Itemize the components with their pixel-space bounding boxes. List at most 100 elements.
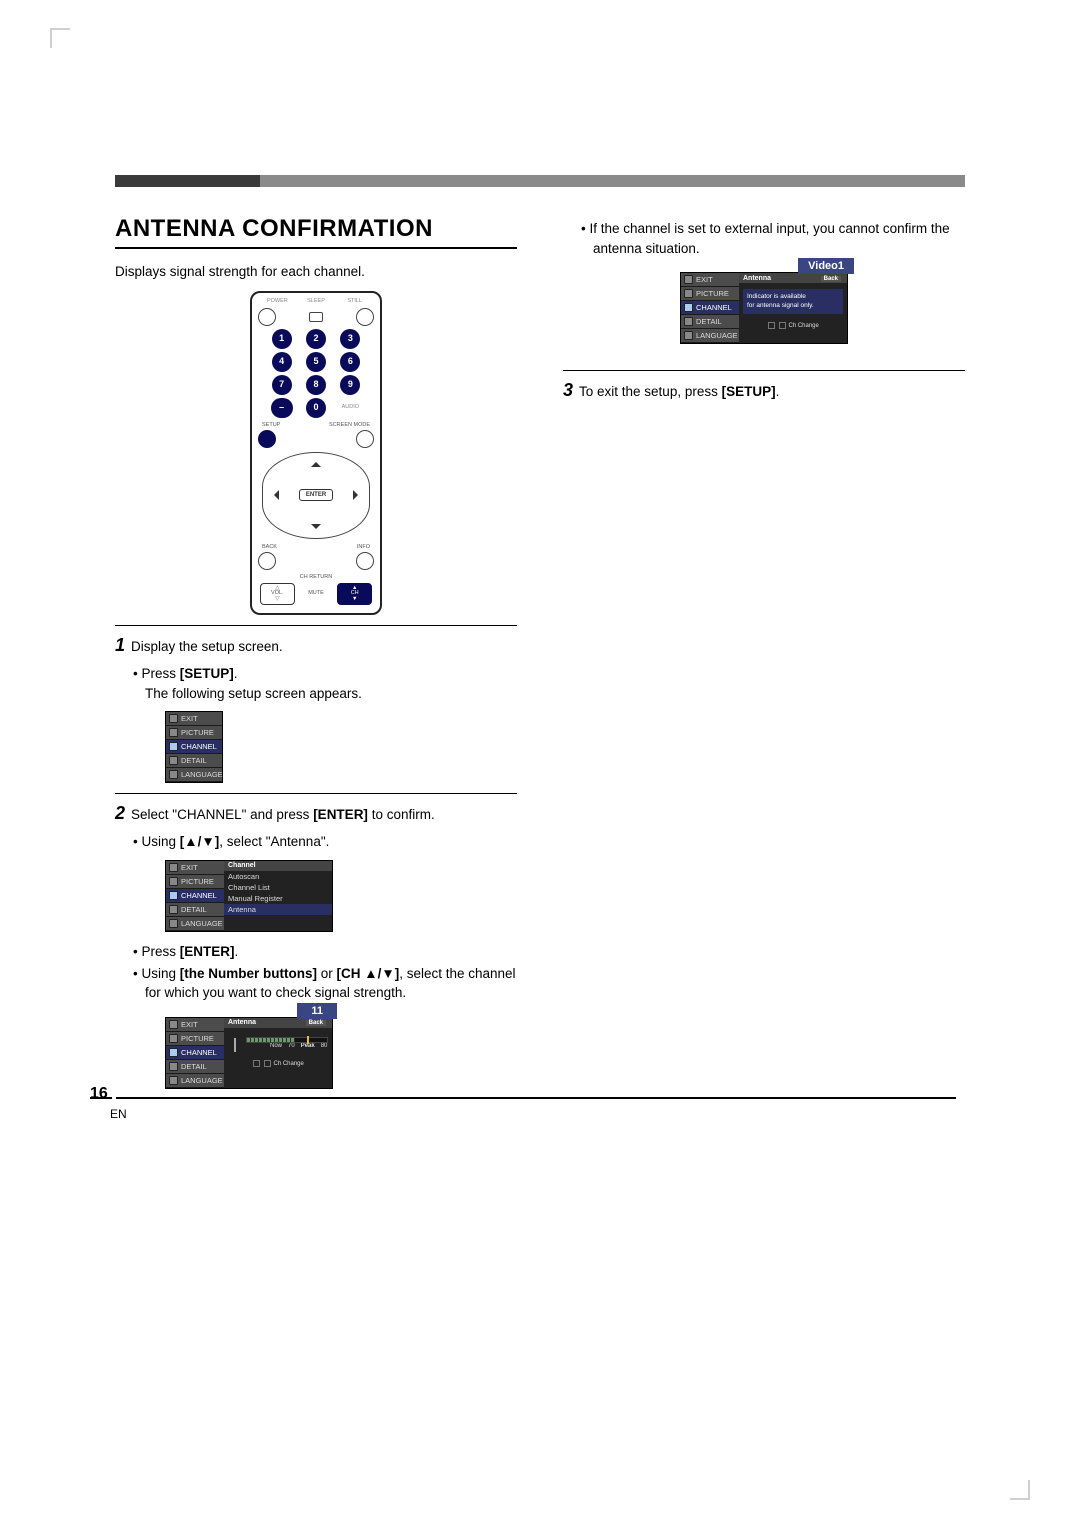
- picture-icon: [169, 728, 178, 737]
- separator: [563, 370, 965, 371]
- exit-icon: [169, 714, 178, 723]
- back-chip: Back: [306, 1020, 326, 1026]
- key-3: 3: [340, 329, 360, 349]
- mute-label: MUTE: [299, 591, 334, 597]
- dpad: ENTER: [262, 452, 370, 538]
- volume-rocker: △VOL.▽: [260, 583, 295, 606]
- step-3: 3To exit the setup, press [SETUP].: [563, 377, 965, 403]
- input-chip-video1: Video1: [798, 258, 854, 274]
- now-value: 70: [288, 1043, 295, 1049]
- signal-meter: [246, 1037, 328, 1043]
- picture-icon: [169, 877, 178, 886]
- opt-antenna: Antenna: [224, 904, 332, 915]
- setup-label: SETUP: [262, 423, 280, 429]
- antenna-icon: [228, 1034, 242, 1052]
- osd-antenna-signal: EXIT PICTURE CHANNEL DETAIL LANGUAGE Ant…: [165, 1017, 333, 1089]
- remote-control-figure: POWER SLEEP STILL 1 2 3 4 5: [250, 291, 382, 615]
- audio-label: AUDIO: [335, 405, 366, 411]
- antenna-header: Antenna Back: [739, 273, 847, 283]
- channel-icon: [169, 891, 178, 900]
- back-chip: Back: [821, 276, 841, 282]
- opt-channel-list: Channel List: [224, 882, 332, 893]
- key-7: 7: [272, 375, 292, 395]
- enter-button: ENTER: [299, 489, 333, 501]
- language-icon: [169, 919, 178, 928]
- step2-bullet-1: Using [▲/▼], select "Antenna".: [133, 832, 517, 852]
- power-label: POWER: [258, 299, 297, 305]
- detail-icon: [684, 317, 693, 326]
- page-header-bar: [115, 175, 965, 187]
- opt-manual-register: Manual Register: [224, 893, 332, 904]
- ch-up-icon: [253, 1060, 260, 1067]
- page-locale: EN: [110, 1107, 127, 1121]
- ch-down-icon: [264, 1060, 271, 1067]
- separator: [115, 793, 517, 794]
- key-0: 0: [306, 398, 326, 418]
- info-label: INFO: [357, 545, 370, 551]
- detail-icon: [169, 1062, 178, 1071]
- arrow-left-icon: [269, 490, 279, 500]
- key-5: 5: [306, 352, 326, 372]
- channel-header: Channel: [224, 861, 332, 871]
- channel-chip-11: 11: [297, 1003, 337, 1019]
- key-8: 8: [306, 375, 326, 395]
- step-2: 2Select "CHANNEL" and press [ENTER] to c…: [115, 800, 517, 826]
- ch-return-label: CH RETURN: [300, 575, 332, 581]
- arrow-down-icon: [311, 524, 321, 534]
- setup-button: [258, 430, 276, 448]
- picture-icon: [169, 1034, 178, 1043]
- exit-icon: [169, 863, 178, 872]
- channel-icon: [169, 1048, 178, 1057]
- key-9: 9: [340, 375, 360, 395]
- language-icon: [169, 770, 178, 779]
- detail-icon: [169, 905, 178, 914]
- opt-autoscan: Autoscan: [224, 871, 332, 882]
- language-icon: [684, 331, 693, 340]
- key-6: 6: [340, 352, 360, 372]
- power-button: [258, 308, 276, 326]
- ch-up-icon: [768, 322, 775, 329]
- arrow-up-icon: [311, 457, 321, 467]
- page-number: 16: [90, 1085, 108, 1103]
- now-label: Now: [270, 1043, 282, 1049]
- info-button: [356, 552, 374, 570]
- ch-down-icon: [779, 322, 786, 329]
- sleep-button: [309, 312, 323, 322]
- osd-menu-mini: EXIT PICTURE CHANNEL DETAIL LANGUAGE: [165, 711, 223, 783]
- channel-icon: [684, 303, 693, 312]
- key-dash: –: [271, 398, 293, 418]
- step-1: 1Display the setup screen.: [115, 632, 517, 658]
- sleep-label: SLEEP: [297, 299, 336, 305]
- still-label: STILL: [335, 299, 374, 305]
- channel-rocker: ▲CH▼: [337, 583, 372, 606]
- osd-footer: Ch Change: [739, 320, 847, 332]
- step2-bullet-3: Using [the Number buttons] or [CH ▲/▼], …: [133, 964, 517, 1003]
- intro-text: Displays signal strength for each channe…: [115, 263, 517, 281]
- key-1: 1: [272, 329, 292, 349]
- picture-icon: [684, 289, 693, 298]
- antenna-header: Antenna Back: [224, 1018, 332, 1028]
- exit-icon: [684, 275, 693, 284]
- back-button: [258, 552, 276, 570]
- osd-antenna-video-input: EXIT PICTURE CHANNEL DETAIL LANGUAGE Ant…: [680, 272, 848, 344]
- osd-footer: Ch Change: [224, 1058, 332, 1070]
- page-title: ANTENNA CONFIRMATION: [115, 215, 517, 243]
- detail-icon: [169, 756, 178, 765]
- exit-icon: [169, 1020, 178, 1029]
- arrow-right-icon: [353, 490, 363, 500]
- screen-mode-label: SCREEN MODE: [329, 423, 370, 429]
- channel-icon: [169, 742, 178, 751]
- separator: [115, 625, 517, 626]
- language-icon: [169, 1076, 178, 1085]
- key-4: 4: [272, 352, 292, 372]
- still-button: [356, 308, 374, 326]
- right-note: If the channel is set to external input,…: [581, 219, 965, 258]
- screen-mode-button: [356, 430, 374, 448]
- key-2: 2: [306, 329, 326, 349]
- indicator-message: Indicator is available for antenna signa…: [743, 289, 843, 314]
- back-label: BACK: [262, 545, 277, 551]
- step1-bullet: Press [SETUP]. The following setup scree…: [133, 664, 517, 703]
- osd-channel-menu: EXIT PICTURE CHANNEL DETAIL LANGUAGE Cha…: [165, 860, 333, 932]
- peak-value: 80: [321, 1043, 328, 1049]
- step2-bullet-2: Press [ENTER].: [133, 942, 517, 962]
